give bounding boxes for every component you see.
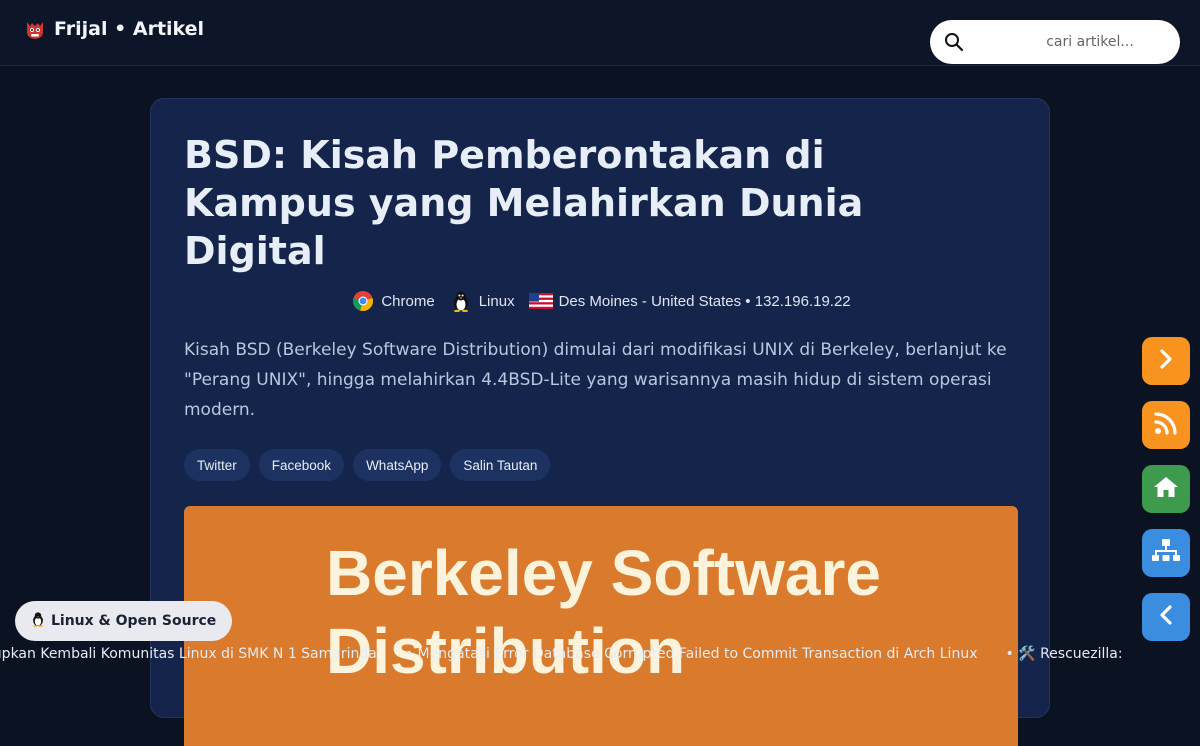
hero-image: Berkeley Software Distribution — [184, 506, 1018, 746]
top-navbar: Frijal • Artikel — [0, 0, 1200, 66]
news-ticker: • Menghidupkan Kembali Komunitas Linux d… — [0, 641, 1200, 667]
meta-os: Linux — [449, 289, 515, 313]
chevron-right-icon — [1154, 347, 1178, 375]
penguin-icon — [31, 611, 45, 631]
copy-link-button[interactable]: Salin Tautan — [450, 449, 551, 481]
home-button[interactable] — [1142, 465, 1190, 513]
category-tag-label: Linux & Open Source — [51, 613, 217, 629]
article-description: Kisah BSD (Berkeley Software Distributio… — [184, 340, 1007, 420]
share-buttons: Twitter Facebook WhatsApp Salin Tautan — [184, 449, 551, 481]
share-whatsapp-button[interactable]: WhatsApp — [353, 449, 442, 481]
sitemap-button[interactable] — [1142, 529, 1190, 577]
penguin-icon — [449, 289, 473, 313]
meta-browser-label: Chrome — [381, 292, 435, 310]
search-input[interactable] — [970, 20, 1170, 64]
meta-location-label: Des Moines - United States • 132.196.19.… — [558, 292, 851, 310]
meta-browser: Chrome — [351, 289, 435, 313]
ticker-item[interactable]: • Mengatasi Error Database Corrupted Fai… — [405, 641, 978, 667]
category-tag[interactable]: Linux & Open Source — [15, 601, 233, 641]
article-card: BSD: Kisah Pemberontakan di Kampus yang … — [150, 98, 1051, 746]
chevron-left-icon — [1154, 603, 1178, 631]
us-flag-icon — [528, 289, 553, 313]
meta-os-label: Linux — [478, 292, 515, 310]
meta-location: Des Moines - United States • 132.196.19.… — [528, 289, 851, 313]
article-title: BSD: Kisah Pemberontakan di Kampus yang … — [184, 133, 864, 273]
share-twitter-button[interactable]: Twitter — [184, 449, 250, 481]
search-box[interactable] — [930, 20, 1180, 64]
rss-icon — [1153, 410, 1179, 440]
home-icon — [1153, 475, 1179, 503]
visitor-meta: Chrome Linux Des Moines - United States … — [151, 289, 1051, 313]
ticker-item[interactable]: • 🛠️ Rescuezilla: — [1005, 641, 1122, 667]
rss-feed-button[interactable] — [1142, 401, 1190, 449]
previous-article-button[interactable] — [1142, 593, 1190, 641]
ticker-item[interactable]: • Menghidupkan Kembali Komunitas Linux d… — [0, 641, 377, 667]
next-article-button[interactable] — [1142, 337, 1190, 385]
share-facebook-button[interactable]: Facebook — [258, 449, 345, 481]
sitemap-icon — [1152, 538, 1180, 568]
brand-logo[interactable]: Frijal • Artikel — [24, 18, 204, 40]
oni-mask-icon — [24, 18, 46, 40]
search-icon — [944, 32, 964, 52]
chrome-icon — [351, 289, 375, 313]
brand-title: Frijal • Artikel — [54, 18, 205, 40]
